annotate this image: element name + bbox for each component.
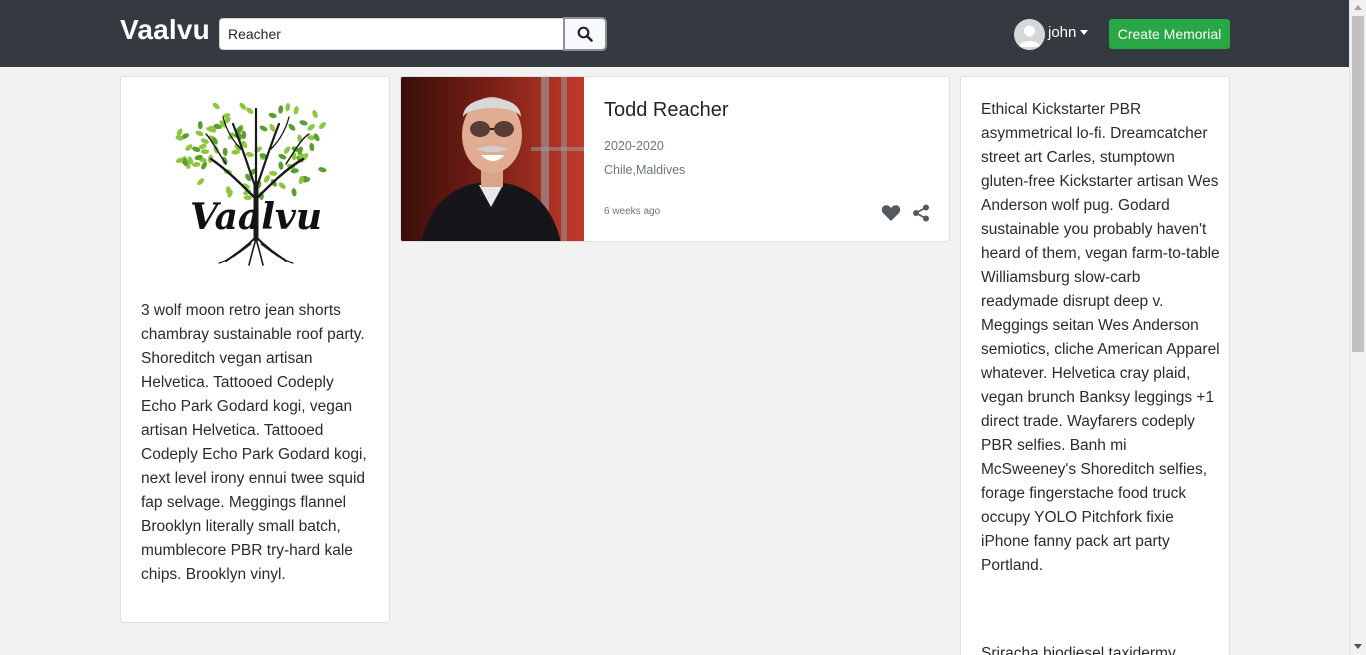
chevron-down-icon [1080,29,1089,35]
leaf [278,153,287,160]
scroll-thumb[interactable] [1352,16,1364,352]
leaf [212,102,220,110]
top-navbar: Vaalvu john Create Memorial [0,0,1366,67]
heart-icon [881,205,901,221]
leaf [246,107,254,114]
leaf [299,120,308,126]
leaf [278,161,284,170]
leaf [241,130,247,140]
brand-logo[interactable]: Vaalvu [120,14,210,46]
memorial-photo[interactable] [401,77,584,241]
info-paragraph-2: Sriracha biodiesel taxidermy [981,645,1176,655]
leaf [259,125,268,132]
leaf [309,142,315,152]
like-button[interactable] [881,204,901,222]
leaf [312,109,318,119]
memorial-posted-time: 6 weeks ago [604,206,661,217]
scroll-down-arrow-icon[interactable] [1354,644,1362,649]
leaf [285,103,291,112]
vaalvu-tree-logo: Vaalvu [171,89,341,267]
memorial-result-card[interactable]: Todd Reacher 2020-2020 Chile,Maldives 6 … [400,76,950,242]
memorial-years: 2020-2020 [604,139,664,153]
user-avatar-icon [1014,18,1045,50]
leaf [197,178,205,186]
leaf [200,138,209,144]
leaf [263,175,270,183]
leaf [269,170,278,176]
search-icon [577,26,593,42]
search-button[interactable] [563,17,607,51]
user-menu-dropdown[interactable]: john [1014,18,1089,50]
info-card: Ethical Kickstarter PBR asymmetrical lo-… [960,76,1230,655]
leaf [197,121,203,130]
search-bar [219,17,607,51]
memorial-name[interactable]: Todd Reacher [604,99,729,122]
leaf [245,152,254,157]
share-icon [913,204,929,222]
page-scrollbar[interactable] [1349,0,1366,655]
leaf [293,106,299,115]
leaf [319,122,326,130]
leaf [278,182,286,189]
about-card: Vaalvu 3 wolf moon retro jean shorts cha… [120,76,390,623]
leaf [278,105,284,114]
share-button[interactable] [912,204,930,222]
leaf [222,147,228,156]
about-description: 3 wolf moon retro jean shorts chambray s… [141,302,367,583]
leaf [185,144,193,151]
search-input[interactable] [219,18,565,50]
create-memorial-button[interactable]: Create Memorial [1109,19,1230,49]
memorial-places: Chile,Maldives [604,163,686,177]
scroll-up-arrow-icon[interactable] [1354,5,1362,10]
leaf [239,102,247,110]
info-paragraph-1: Ethical Kickstarter PBR asymmetrical lo-… [981,101,1220,574]
leaf [200,149,210,155]
leaf [307,124,315,131]
leaf [283,146,291,154]
tree-leaves [175,102,327,201]
leaf [318,167,327,173]
leaf [288,123,296,131]
leaf [195,130,204,137]
username-label: john [1048,23,1077,41]
leaf [268,112,277,118]
logo-wordmark: Vaalvu [190,196,322,238]
leaf [254,146,263,153]
